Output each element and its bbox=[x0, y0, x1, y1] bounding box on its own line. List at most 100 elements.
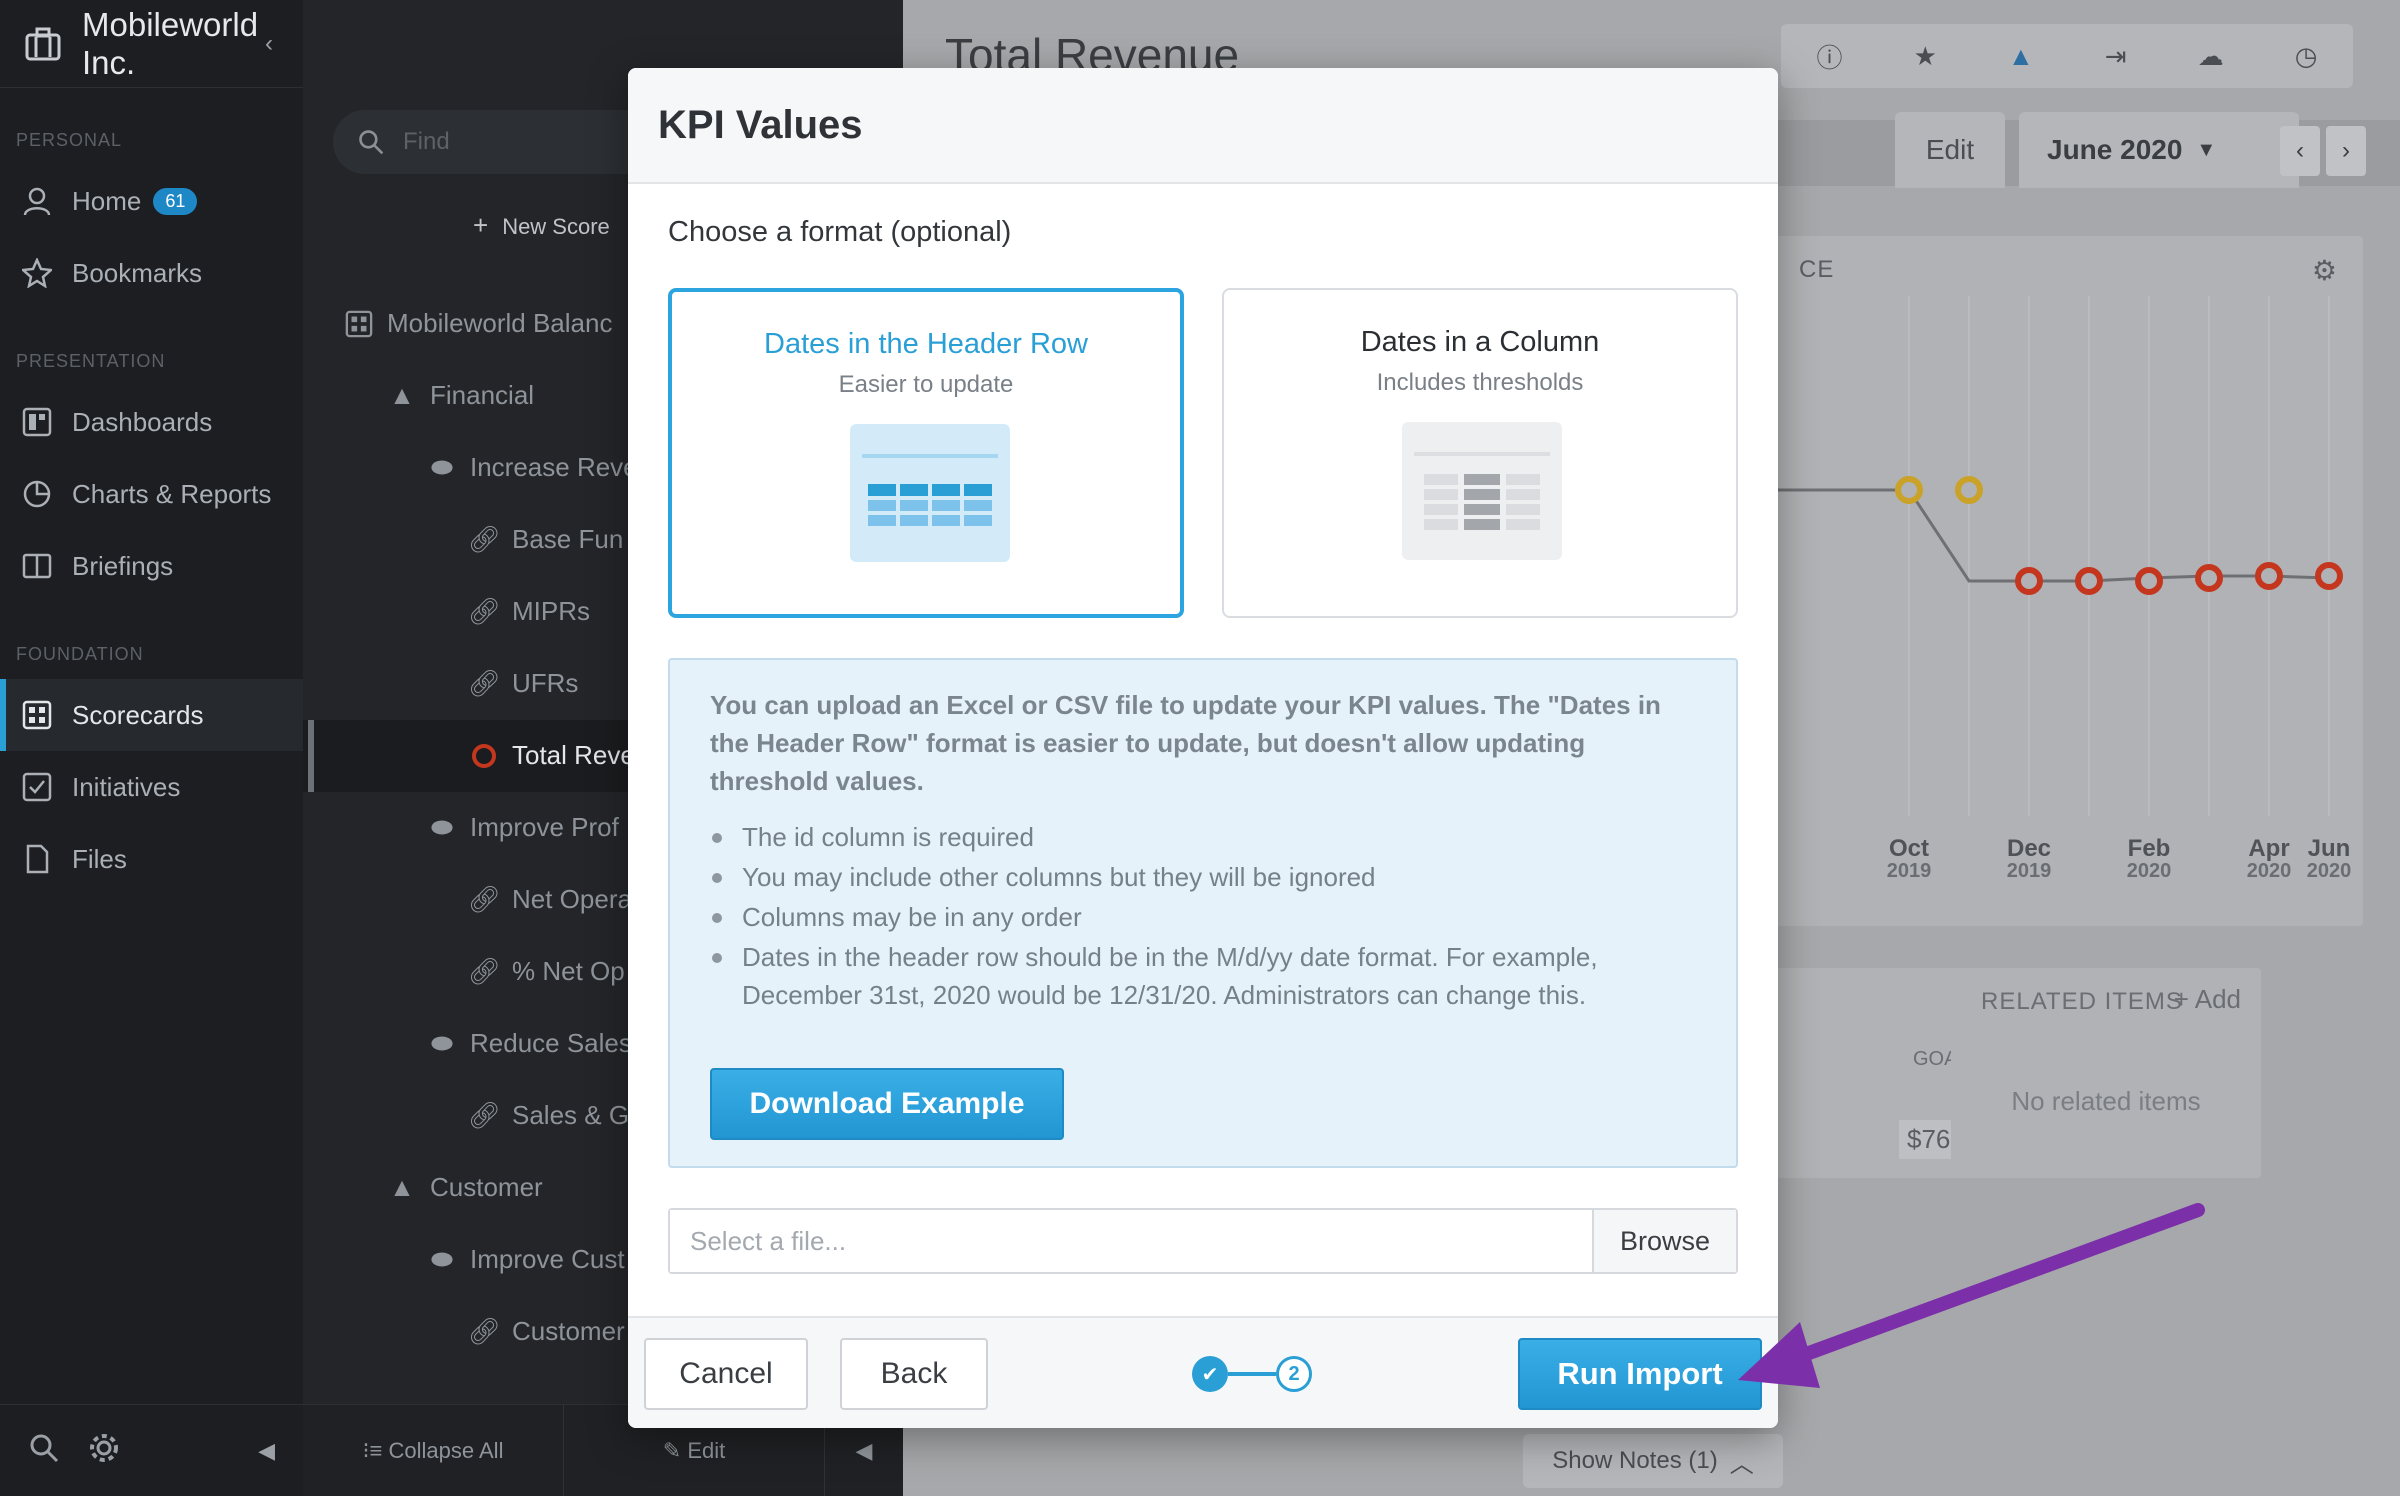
sidebar-item-charts-reports[interactable]: Charts & Reports bbox=[0, 458, 303, 530]
collapse-triangle-icon[interactable]: ◀ bbox=[258, 1438, 275, 1464]
step-current: 2 bbox=[1276, 1356, 1312, 1392]
next-period-button[interactable]: › bbox=[2326, 126, 2366, 176]
triangle-icon: ▲ bbox=[389, 1172, 415, 1202]
kpi-toolbar: ⓘ ★ ▲ ⇥ ☁ ◷ bbox=[1781, 24, 2353, 88]
file-path-input[interactable] bbox=[670, 1210, 1592, 1272]
new-scorecard-label: New Score bbox=[502, 214, 610, 239]
x-tick-month: Feb bbox=[2127, 835, 2171, 862]
checkbox-icon bbox=[20, 770, 54, 804]
tree-item-label: Increase Reve bbox=[470, 452, 638, 482]
period-selector[interactable]: June 2020 ▼ bbox=[2019, 112, 2299, 188]
download-example-button[interactable]: Download Example bbox=[710, 1068, 1064, 1140]
x-tick-year: 2020 bbox=[2306, 860, 2352, 883]
clock-icon[interactable]: ◷ bbox=[2295, 41, 2318, 72]
tree-search-placeholder: Find bbox=[403, 128, 450, 155]
sidebar-item-dashboards[interactable]: Dashboards bbox=[0, 386, 303, 458]
sidebar-item-label: Dashboards bbox=[72, 406, 213, 437]
chart-plot bbox=[1763, 296, 2343, 816]
tree-item-objective[interactable]: ⬬ Increase Reve bbox=[428, 452, 638, 483]
info-intro-text: You can upload an Excel or CSV file to u… bbox=[710, 690, 1661, 796]
tree-item-kpi[interactable]: 🔗︎ Customer bbox=[468, 1316, 625, 1347]
chart-series-line bbox=[1763, 488, 2330, 583]
tree-item-scorecard[interactable]: Mobileworld Balanc bbox=[345, 308, 612, 339]
browse-button[interactable]: Browse bbox=[1592, 1210, 1736, 1272]
caret-down-icon: ▼ bbox=[2196, 138, 2217, 161]
link-icon: 🔗︎ bbox=[467, 1100, 501, 1130]
tree-item-objective[interactable]: ⬬ Improve Prof bbox=[428, 812, 619, 843]
chart-marker bbox=[2195, 564, 2223, 592]
scorecard-icon bbox=[345, 310, 373, 338]
list-item: The id column is required bbox=[710, 818, 1696, 856]
tree-item-perspective[interactable]: ▲ Financial bbox=[388, 380, 534, 411]
search-icon[interactable] bbox=[28, 1432, 60, 1469]
header-row-table-icon bbox=[850, 424, 1010, 562]
tree-item-kpi[interactable]: 🔗︎ UFRs bbox=[468, 668, 579, 699]
tree-item-label: MIPRs bbox=[512, 596, 590, 626]
related-title: RELATED ITEMS bbox=[1981, 988, 2183, 1015]
gear-icon[interactable] bbox=[88, 1432, 120, 1469]
run-import-button[interactable]: Run Import bbox=[1518, 1338, 1762, 1410]
app-sidebar: Mobileworld Inc. ‹ PERSONAL Home 61 Book… bbox=[0, 0, 303, 1496]
format-option-column[interactable]: Dates in a Column Includes thresholds bbox=[1222, 288, 1738, 618]
cloud-icon[interactable]: ☁ bbox=[2198, 41, 2224, 72]
collapse-all-button[interactable]: ⁝≡ Collapse All bbox=[303, 1438, 563, 1464]
briefcase-icon bbox=[24, 25, 62, 63]
tree-item-kpi-selected[interactable]: Total Reve bbox=[470, 740, 635, 771]
dashboard-icon bbox=[20, 405, 54, 439]
sidebar-item-label: Bookmarks bbox=[72, 257, 203, 288]
tree-item-label: Mobileworld Balanc bbox=[387, 308, 613, 338]
alert-icon[interactable]: ▲ bbox=[2008, 41, 2034, 72]
sidebar-item-bookmarks[interactable]: Bookmarks bbox=[0, 237, 303, 309]
book-icon bbox=[20, 549, 54, 583]
sidebar-item-label: Briefings bbox=[72, 550, 174, 581]
sidebar-item-label: Home bbox=[72, 185, 142, 216]
star-icon[interactable]: ★ bbox=[1914, 41, 1937, 72]
edit-tree-button[interactable]: ✎ Edit bbox=[564, 1438, 824, 1464]
back-button[interactable]: Back bbox=[840, 1338, 988, 1410]
tree-item-label: Total Reve bbox=[512, 740, 635, 770]
home-count-badge: 61 bbox=[153, 187, 198, 215]
tree-item-kpi[interactable]: 🔗︎ Base Fun bbox=[467, 524, 624, 555]
format-option-header-row[interactable]: Dates in the Header Row Easier to update bbox=[668, 288, 1184, 618]
sidebar-item-home[interactable]: Home 61 bbox=[0, 165, 303, 237]
edit-tab[interactable]: Edit bbox=[1895, 112, 2005, 188]
status-ring-icon bbox=[470, 742, 498, 770]
sidebar-item-briefings[interactable]: Briefings bbox=[0, 530, 303, 602]
link-icon: 🔗︎ bbox=[467, 524, 501, 554]
modal-footer: Cancel Back ✔ 2 Run Import bbox=[628, 1316, 1778, 1428]
x-tick-month: Dec bbox=[2006, 835, 2052, 862]
file-picker: Browse bbox=[668, 1208, 1738, 1274]
tree-item-kpi[interactable]: 🔗︎ Net Opera bbox=[468, 884, 632, 915]
tree-item-kpi[interactable]: 🔗︎ MIPRs bbox=[468, 596, 591, 627]
section-presentation: PRESENTATION bbox=[16, 351, 166, 371]
sidebar-item-initiatives[interactable]: Initiatives bbox=[0, 751, 303, 823]
org-switcher[interactable]: Mobileworld Inc. ‹ bbox=[0, 0, 303, 88]
show-notes-button[interactable]: Show Notes (1) ︿ bbox=[1523, 1434, 1783, 1488]
wizard-steps: ✔ 2 bbox=[1192, 1356, 1312, 1392]
collapse-sidebar-icon[interactable]: ‹ bbox=[265, 30, 273, 58]
x-tick: Dec 2019 bbox=[1989, 836, 2069, 882]
related-add-button[interactable]: + Add bbox=[2174, 984, 2241, 1015]
tree-item-kpi[interactable]: 🔗︎ % Net Op bbox=[468, 956, 625, 987]
collapse-triangle-icon[interactable]: ◀ bbox=[825, 1438, 903, 1464]
format-label: Choose a format (optional) bbox=[668, 216, 1012, 248]
export-icon[interactable]: ⇥ bbox=[2105, 41, 2127, 72]
list-item: Columns may be in any order bbox=[710, 898, 1696, 936]
step-connector bbox=[1228, 1372, 1276, 1376]
prev-period-button[interactable]: ‹ bbox=[2280, 126, 2320, 176]
tree-item-label: Customer bbox=[430, 1172, 543, 1202]
tree-item-kpi[interactable]: 🔗︎ Sales & G bbox=[467, 1100, 630, 1131]
info-icon[interactable]: ⓘ bbox=[1817, 38, 1843, 75]
cancel-button[interactable]: Cancel bbox=[644, 1338, 808, 1410]
section-personal: PERSONAL bbox=[16, 130, 123, 150]
tree-item-objective[interactable]: ⬬ Improve Cust bbox=[428, 1244, 625, 1275]
x-tick-year: 2019 bbox=[2006, 860, 2052, 883]
period-label: June 2020 bbox=[2047, 134, 2183, 165]
sidebar-item-files[interactable]: Files bbox=[0, 823, 303, 895]
plus-icon: + bbox=[2173, 984, 2195, 1014]
tree-item-perspective[interactable]: ▲ Customer bbox=[388, 1172, 543, 1203]
ellipse-icon: ⬬ bbox=[430, 811, 454, 842]
tree-item-objective[interactable]: ⬬ Reduce Sales bbox=[428, 1028, 632, 1059]
x-tick: Feb 2020 bbox=[2109, 836, 2189, 882]
sidebar-item-scorecards[interactable]: Scorecards bbox=[0, 679, 303, 751]
